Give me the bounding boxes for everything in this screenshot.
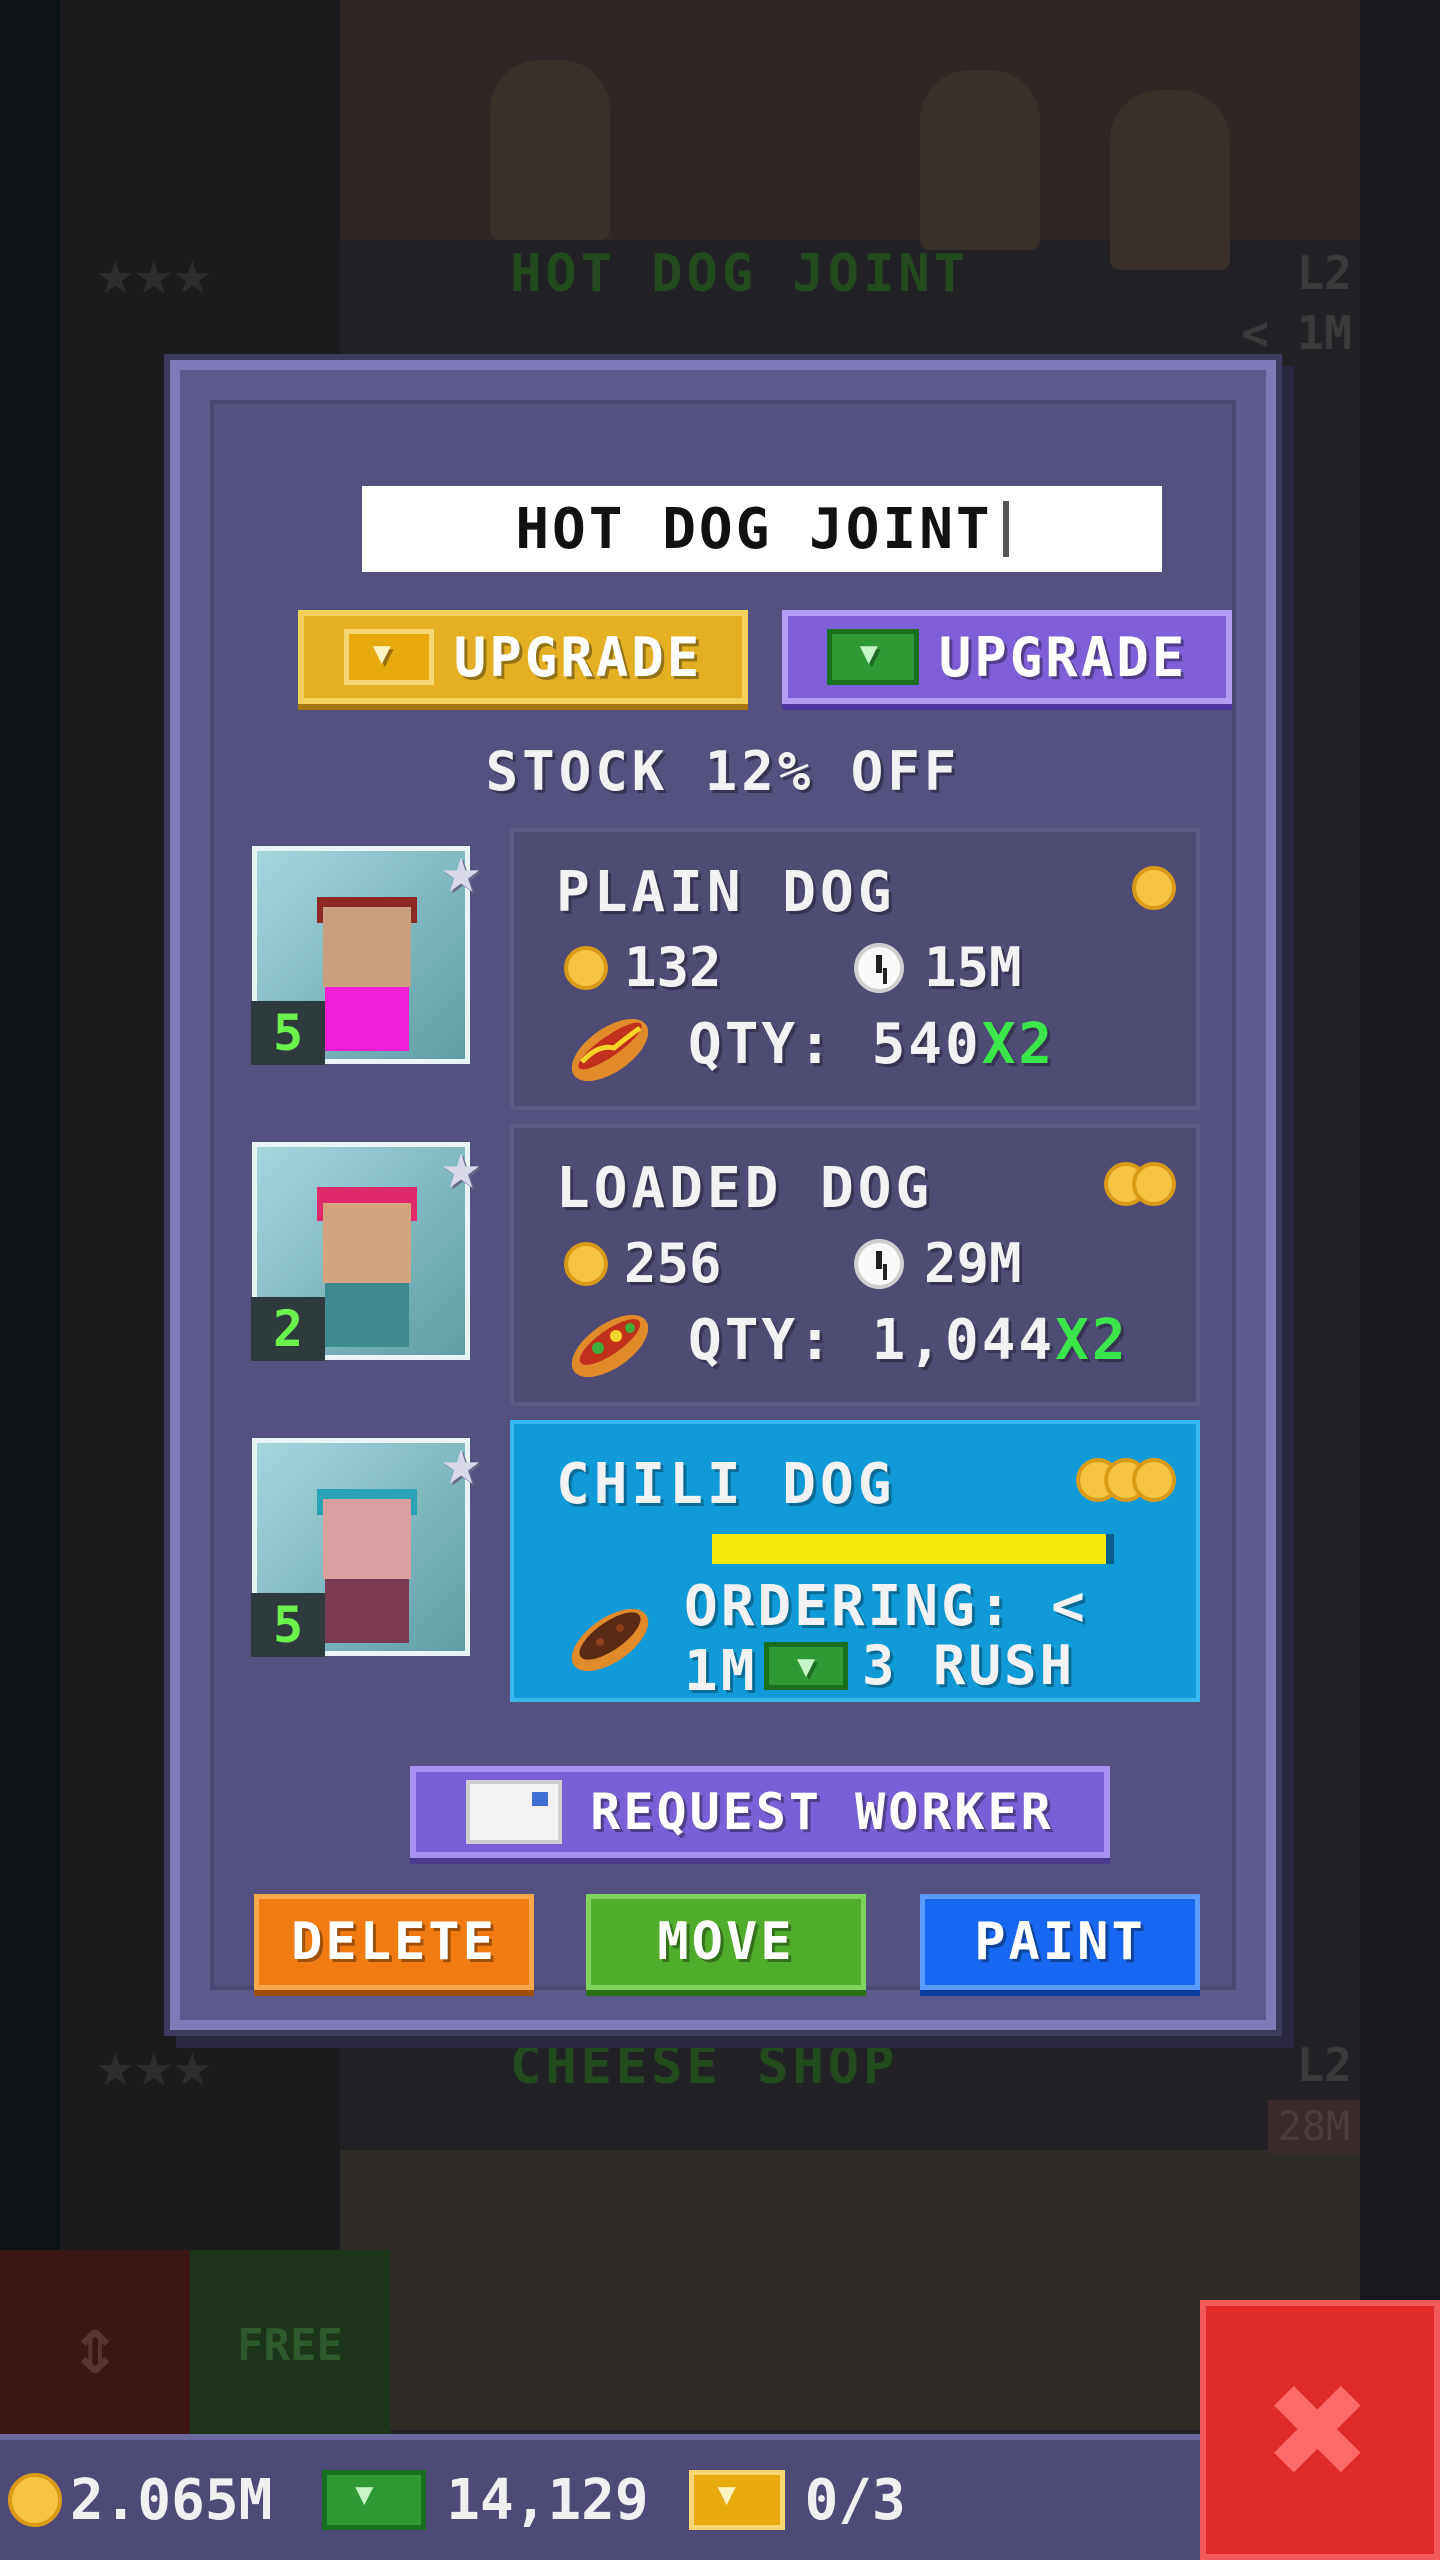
cash-icon bbox=[764, 1641, 848, 1690]
rush-label: RUSH bbox=[933, 1634, 1076, 1697]
floor-dialog: HOT DOG JOINT UPGRADE UPGRADE STOCK 12% … bbox=[170, 360, 1276, 2030]
item-tier-coins bbox=[1104, 1162, 1176, 1206]
item-name: LOADED DOG bbox=[556, 1156, 934, 1221]
cash-icon bbox=[322, 2470, 427, 2530]
worker-shirt bbox=[325, 1283, 409, 1347]
worker-face bbox=[323, 1499, 411, 1579]
rush-button[interactable]: 3 RUSH bbox=[764, 1634, 1075, 1697]
coin-icon bbox=[564, 945, 608, 990]
background-person bbox=[490, 60, 610, 240]
item-time: 15M bbox=[854, 936, 1022, 999]
chili-dog-icon bbox=[571, 1608, 649, 1672]
item-loaded-dog[interactable]: LOADED DOG 256 29M QTY: 1,044X2 bbox=[510, 1124, 1200, 1406]
item-time-value: 15M bbox=[924, 936, 1022, 999]
order-progress-bar bbox=[712, 1534, 1114, 1564]
item-cost-value: 132 bbox=[624, 936, 722, 999]
clock-icon bbox=[854, 1238, 904, 1289]
floor-level: L2 bbox=[1296, 2038, 1352, 2092]
item-name: CHILI DOG bbox=[556, 1452, 896, 1517]
floor-time: < 1M bbox=[1241, 306, 1352, 360]
stock-discount-text: STOCK 12% OFF bbox=[485, 740, 961, 803]
worker-level: 2 bbox=[251, 1297, 325, 1361]
item-tier-coins bbox=[1076, 1458, 1176, 1502]
worker-card[interactable]: ★ 5 bbox=[251, 831, 481, 1065]
item-qty: QTY: 1,044X2 bbox=[688, 1308, 1129, 1373]
item-time: 29M bbox=[854, 1232, 1022, 1295]
upgrade-bux-label: UPGRADE bbox=[453, 625, 703, 689]
floor-name-field[interactable]: HOT DOG JOINT bbox=[362, 486, 1162, 572]
cash-icon bbox=[826, 629, 919, 685]
upgrade-bux-button[interactable]: UPGRADE bbox=[298, 610, 748, 704]
upgrade-cash-label: UPGRADE bbox=[938, 625, 1188, 689]
dialog-body: HOT DOG JOINT UPGRADE UPGRADE STOCK 12% … bbox=[210, 400, 1236, 1990]
dream-job-star-icon: ★ bbox=[441, 1423, 481, 1500]
coin-icon bbox=[1132, 1162, 1176, 1206]
bux-icon bbox=[343, 629, 434, 685]
close-button[interactable]: ✖ bbox=[1200, 2300, 1440, 2560]
floor-label: HOT DOG JOINT bbox=[510, 244, 969, 304]
item-multiplier: X2 bbox=[981, 1012, 1056, 1077]
worker-level: 5 bbox=[251, 1593, 325, 1657]
delete-button[interactable]: DELETE bbox=[254, 1894, 534, 1990]
request-worker-button[interactable]: REQUEST WORKER bbox=[410, 1766, 1110, 1858]
background-person bbox=[920, 70, 1040, 250]
item-qty-value: QTY: 1,044 bbox=[688, 1308, 1056, 1373]
worker-shirt bbox=[325, 1579, 409, 1643]
hot-dog-icon bbox=[571, 1018, 649, 1082]
request-worker-label: REQUEST WORKER bbox=[590, 1783, 1054, 1841]
worker-level: 5 bbox=[251, 1001, 325, 1065]
floor-star-icon: ★★★ bbox=[96, 2028, 212, 2102]
worker-face bbox=[323, 1203, 411, 1283]
cash-amount: 14,129 bbox=[446, 2467, 649, 2533]
currency-bar: 2.065M 14,129 0/3 bbox=[0, 2434, 1200, 2560]
worker-face bbox=[323, 907, 411, 987]
coin-icon bbox=[1132, 866, 1176, 910]
letter-icon bbox=[466, 1780, 563, 1844]
coins-amount: 2.065M bbox=[70, 2467, 273, 2533]
bux-amount: 0/3 bbox=[804, 2467, 906, 2533]
item-multiplier: X2 bbox=[1055, 1308, 1129, 1373]
text-caret bbox=[1002, 501, 1009, 557]
coin-icon bbox=[564, 1241, 608, 1286]
close-icon: ✖ bbox=[1268, 2331, 1372, 2529]
coin-icon bbox=[1132, 1458, 1176, 1502]
loaded-dog-icon bbox=[571, 1314, 649, 1378]
order-progress-fill bbox=[712, 1534, 1106, 1564]
bux-icon bbox=[688, 2470, 785, 2530]
floor-level: L2 bbox=[1296, 246, 1352, 300]
item-cost-value: 256 bbox=[624, 1232, 722, 1295]
item-qty-value: QTY: 540 bbox=[688, 1012, 982, 1077]
clock-icon bbox=[854, 942, 904, 993]
item-tier-coins bbox=[1132, 866, 1176, 910]
worker-card[interactable]: ★ 5 bbox=[251, 1423, 481, 1657]
rush-cost: 3 bbox=[862, 1634, 898, 1697]
item-cost: 132 bbox=[564, 936, 722, 999]
item-name: PLAIN DOG bbox=[556, 860, 896, 925]
floor-star-icon: ★★★ bbox=[96, 236, 212, 310]
dream-job-star-icon: ★ bbox=[441, 1127, 481, 1204]
background-person bbox=[1110, 90, 1230, 270]
item-chili-dog[interactable]: CHILI DOG ORDERING: < 1M 3 RUSH bbox=[510, 1420, 1200, 1704]
free-button[interactable]: FREE bbox=[190, 2250, 390, 2440]
upgrade-cash-button[interactable]: UPGRADE bbox=[782, 610, 1232, 704]
dream-job-star-icon: ★ bbox=[441, 831, 481, 908]
floor-name-text: HOT DOG JOINT bbox=[515, 496, 993, 562]
elevator-button[interactable]: ⇕ bbox=[0, 2250, 190, 2440]
item-qty: QTY: 540X2 bbox=[688, 1012, 1055, 1077]
floor-time: 28M bbox=[1267, 2100, 1360, 2154]
item-time-value: 29M bbox=[924, 1232, 1022, 1295]
item-cost: 256 bbox=[564, 1232, 722, 1295]
move-button[interactable]: MOVE bbox=[586, 1894, 866, 1990]
worker-card[interactable]: ★ 2 bbox=[251, 1127, 481, 1361]
item-plain-dog[interactable]: PLAIN DOG 132 15M QTY: 540X2 bbox=[510, 828, 1200, 1110]
coin-icon bbox=[8, 2473, 62, 2527]
floor-label: CHEESE SHOP bbox=[510, 2036, 899, 2096]
worker-shirt bbox=[325, 987, 409, 1051]
paint-button[interactable]: PAINT bbox=[920, 1894, 1200, 1990]
